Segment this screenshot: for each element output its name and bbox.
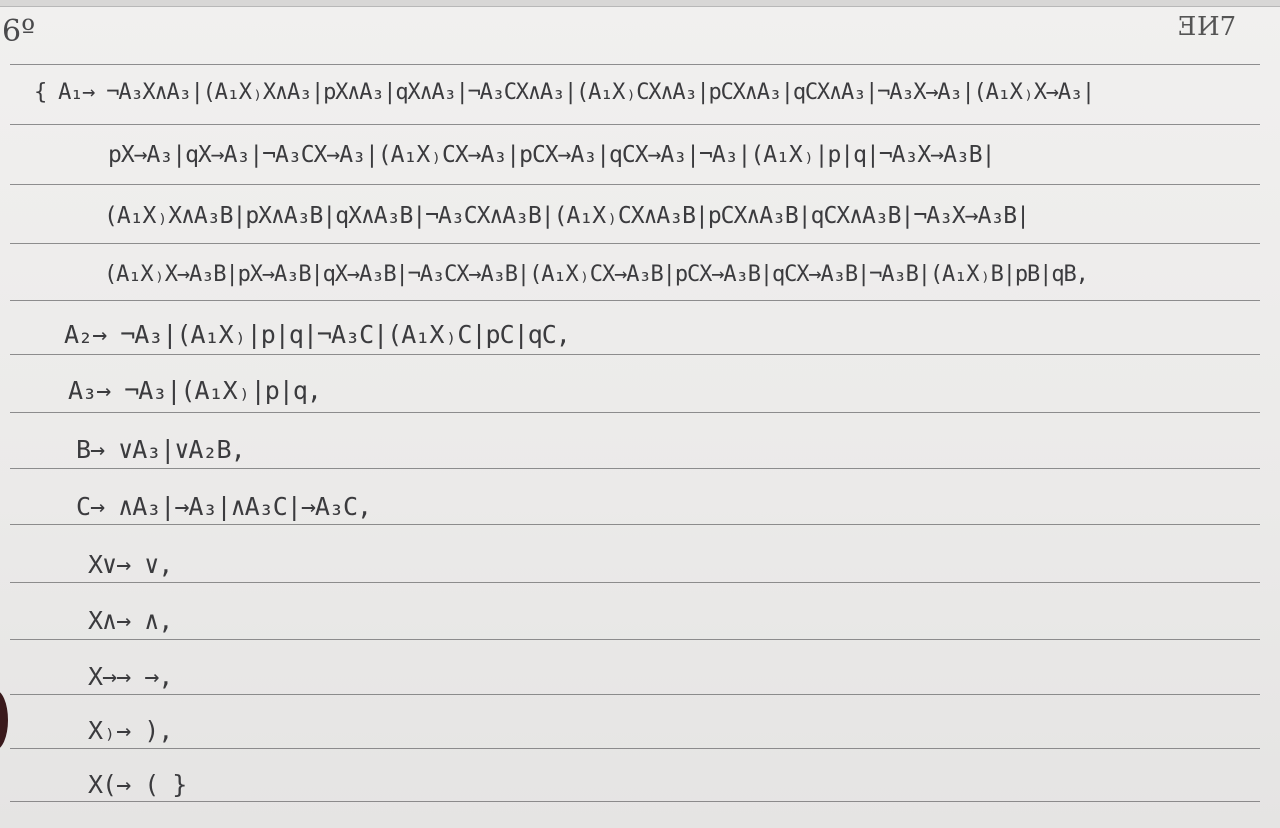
grammar-rule-a1-line-1: { A₁→ ¬A₃X∧A₃|(A₁X₎X∧A₃|pX∧A₃|qX∧A₃|¬A₃C… — [34, 80, 1095, 105]
grammar-rule-a3: A₃→ ¬A₃|(A₁X₎|p|q, — [68, 376, 322, 405]
ruled-line — [10, 524, 1260, 525]
binder-hole — [0, 690, 8, 750]
ruled-line — [10, 412, 1260, 413]
grammar-rule-a1-line-4: (A₁X₎X→A₃B|pX→A₃B|qX→A₃B|¬A₃CX→A₃B|(A₁X₎… — [104, 262, 1089, 287]
corner-mark: ƎИ7 — [1178, 12, 1237, 42]
ruled-line — [10, 184, 1260, 185]
grammar-rule-x-open-paren: X(→ ( } — [88, 770, 187, 799]
ruled-line — [10, 243, 1260, 244]
ruled-line — [10, 694, 1260, 695]
grammar-rule-a1-line-2: pX→A₃|qX→A₃|¬A₃CX→A₃|(A₁X₎CX→A₃|pCX→A₃|q… — [108, 142, 995, 168]
grammar-rule-x-implies: X→→ →, — [88, 662, 173, 691]
ruled-line — [10, 639, 1260, 640]
ruled-line — [10, 354, 1260, 355]
grammar-rule-a2: A₂→ ¬A₃|(A₁X₎|p|q|¬A₃C|(A₁X₎C|pC|qC, — [64, 320, 571, 349]
page-top-edge — [0, 0, 1280, 7]
ruled-line — [10, 801, 1260, 802]
grammar-rule-b: B→ ∨A₃|∨A₂B, — [76, 435, 246, 464]
ruled-line — [10, 468, 1260, 469]
grammar-rule-c: C→ ∧A₃|→A₃|∧A₃C|→A₃C, — [76, 492, 372, 521]
ruled-line — [10, 64, 1260, 65]
page-number: 6º — [2, 14, 36, 49]
grammar-rule-a1-line-3: (A₁X₎X∧A₃B|pX∧A₃B|qX∧A₃B|¬A₃CX∧A₃B|(A₁X₎… — [104, 203, 1030, 229]
ruled-line — [10, 300, 1260, 301]
ruled-line — [10, 582, 1260, 583]
grammar-rule-x-and: X∧→ ∧, — [88, 606, 173, 635]
notebook-page: 6º ƎИ7 { A₁→ ¬A₃X∧A₃|(A₁X₎X∧A₃|pX∧A₃|qX∧… — [0, 0, 1280, 828]
ruled-line — [10, 748, 1260, 749]
ruled-line — [10, 124, 1260, 125]
grammar-rule-x-close-paren: X₎→ ), — [88, 716, 173, 745]
grammar-rule-x-or: X∨→ ∨, — [88, 550, 173, 579]
